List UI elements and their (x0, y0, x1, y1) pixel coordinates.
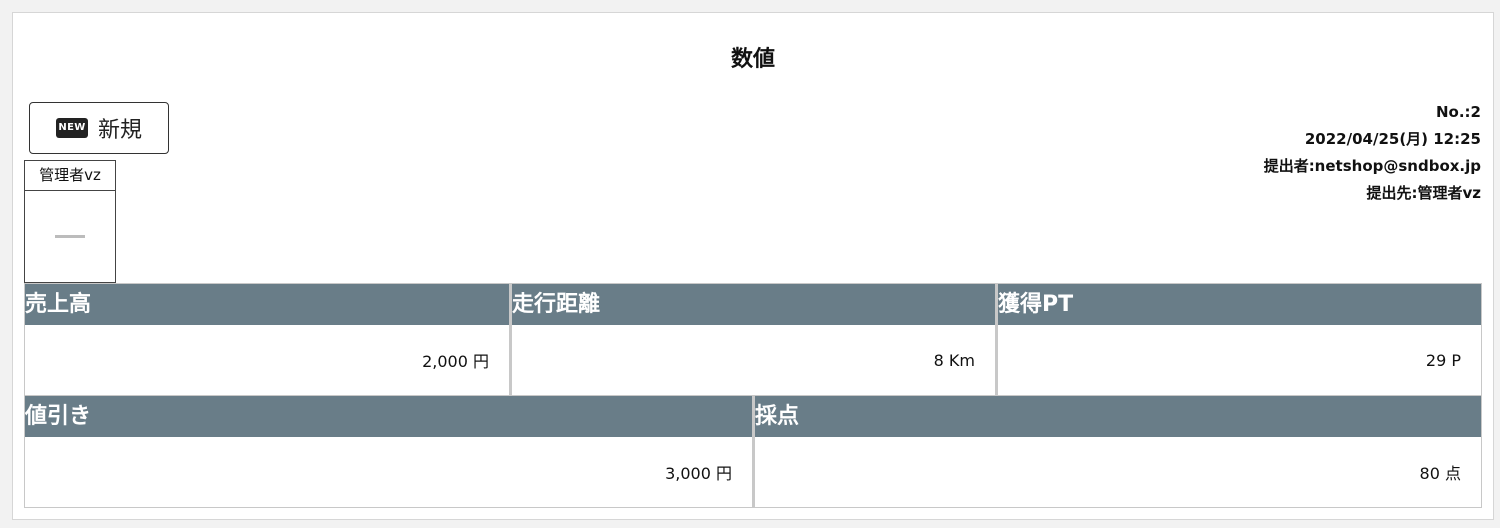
report-meta: No.:2 2022/04/25(月) 12:25 提出者:netshop@sn… (1264, 99, 1481, 207)
approver-stamp-area (25, 191, 115, 282)
approver-name: 管理者vz (25, 161, 115, 191)
report-datetime: 2022/04/25(月) 12:25 (1304, 130, 1481, 148)
new-button-label: 新規 (97, 118, 142, 143)
report-submitter: 提出者:netshop@sndbox.jp (1263, 157, 1481, 175)
field-sales: 売上高 2,000 円 (24, 283, 510, 396)
field-value: 80 点 (1419, 464, 1461, 483)
field-label: 獲得PT (998, 284, 1481, 325)
approver-stamp-box: 管理者vz (24, 160, 116, 283)
field-score: 採点 80 点 (753, 395, 1482, 508)
field-label: 採点 (755, 396, 1481, 437)
fields-row-2: 値引き 3,000 円 採点 80 点 (24, 395, 1482, 508)
new-badge-icon: NEW (55, 118, 88, 138)
field-distance: 走行距離 8 Km (510, 283, 996, 396)
report-number: No.:2 (1436, 103, 1481, 121)
field-discount: 値引き 3,000 円 (24, 395, 753, 508)
empty-stamp-dash (55, 235, 85, 238)
field-value: 3,000 円 (665, 464, 732, 483)
field-value: 2,000 円 (422, 352, 489, 371)
field-points: 獲得PT 29 P (996, 283, 1482, 396)
fields-row-1: 売上高 2,000 円 走行距離 8 Km 獲得PT 29 P (24, 283, 1482, 396)
page-title: 数値 (730, 47, 775, 72)
field-label: 走行距離 (512, 284, 995, 325)
report-recipient: 提出先:管理者vz (1366, 184, 1481, 202)
report-sheet: 数値 NEW 新規 管理者vz No.:2 2022/04/25(月) 12:2… (12, 12, 1494, 520)
new-button[interactable]: NEW 新規 (29, 102, 169, 154)
field-label: 売上高 (25, 284, 509, 325)
field-value: 8 Km (933, 350, 975, 370)
field-label: 値引き (25, 396, 752, 437)
field-value: 29 P (1425, 350, 1461, 370)
